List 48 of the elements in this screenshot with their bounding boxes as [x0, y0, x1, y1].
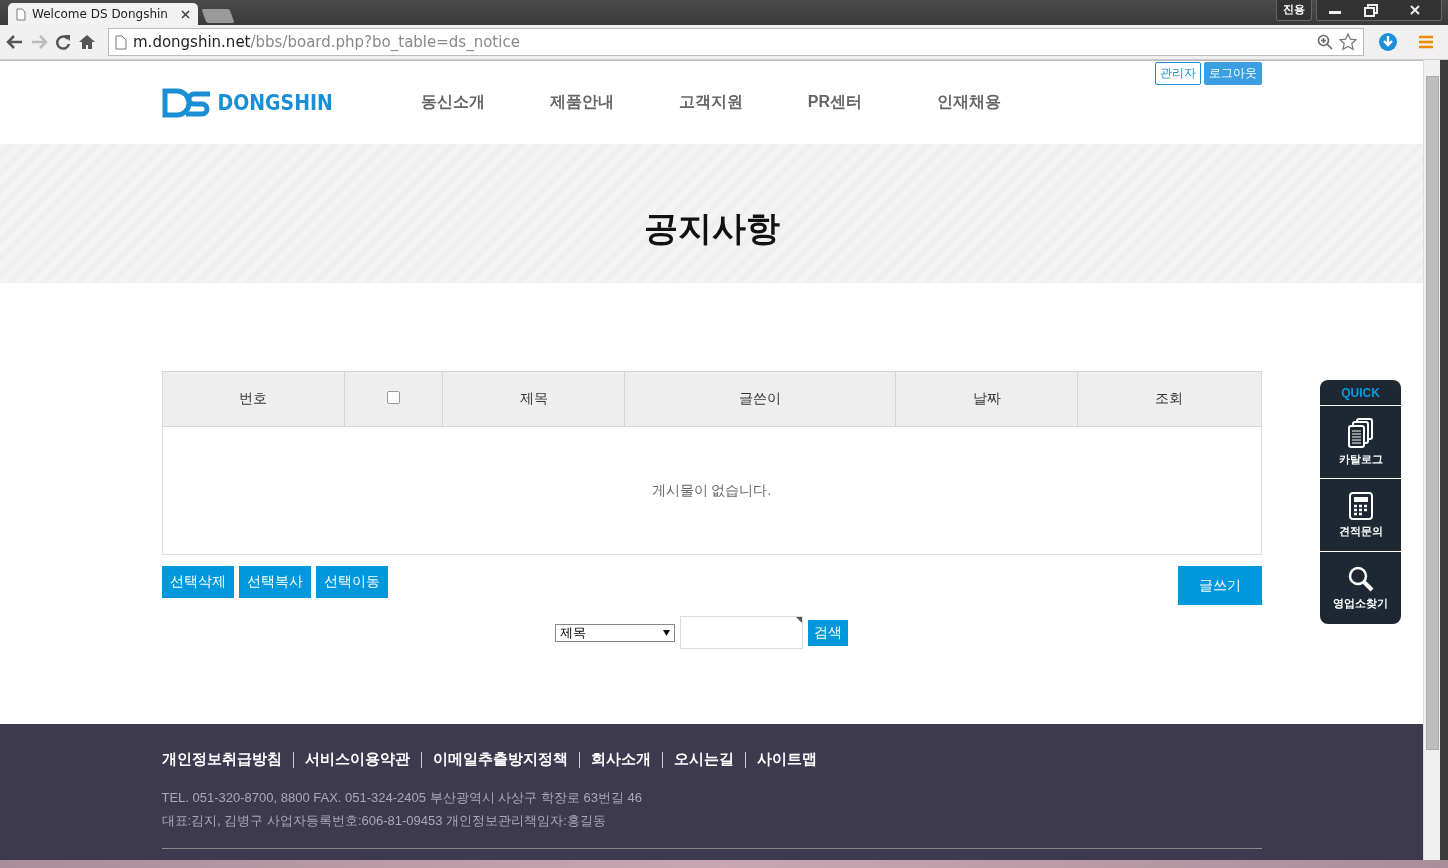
- dropdown-arrow-icon: [663, 629, 670, 636]
- admin-link[interactable]: 관리자: [1154, 62, 1201, 85]
- page-icon: [115, 34, 127, 50]
- column-header: 제목: [442, 371, 625, 427]
- footer-link[interactable]: 오시는길: [673, 750, 734, 769]
- page-title: 공지사항: [643, 208, 780, 249]
- quick-link[interactable]: 견적문의: [1320, 478, 1401, 551]
- select-all-checkbox[interactable]: [386, 390, 400, 404]
- documents-icon: [1347, 417, 1374, 448]
- ime-indicator[interactable]: 진용: [1276, 0, 1312, 21]
- star-icon[interactable]: [1339, 33, 1357, 51]
- column-header: 번호: [162, 371, 344, 427]
- reload-icon[interactable]: [54, 33, 72, 51]
- nav-link[interactable]: PR센터: [807, 92, 937, 113]
- page-icon: [16, 7, 26, 21]
- footer-link[interactable]: 서비스이용약관: [304, 750, 410, 769]
- download-icon[interactable]: [1378, 32, 1398, 52]
- company-info: TEL. 051-320-8700, 8800 FAX. 051-324-2405 부산광역시 사상구 학장로 63번길 46: [161, 789, 643, 807]
- nav-link[interactable]: 고객지원: [678, 92, 808, 113]
- scrollbar-thumb[interactable]: [1426, 76, 1439, 750]
- address-bar[interactable]: m.dongshin.net/bbs/board.php?bo_table=ds_notice: [108, 28, 1364, 56]
- search-field-select[interactable]: 제목: [555, 623, 675, 642]
- back-icon[interactable]: [6, 34, 24, 50]
- footer-link[interactable]: 개인정보취급방침: [161, 750, 282, 769]
- calculator-icon: [1348, 491, 1373, 520]
- footer-link[interactable]: 회사소개: [590, 750, 651, 769]
- logo-text: DONGSHIN: [217, 90, 333, 115]
- nav-link[interactable]: 제품안내: [549, 92, 679, 113]
- browser-tab[interactable]: Welcome DS Dongshin: [8, 3, 198, 25]
- quick-link[interactable]: 카탈로그: [1320, 405, 1401, 478]
- zoom-icon[interactable]: [1317, 34, 1333, 50]
- quick-title: QUICK: [1320, 380, 1401, 405]
- close-icon[interactable]: [181, 9, 190, 19]
- footer-link[interactable]: 사이트맵: [756, 750, 817, 769]
- nav-link[interactable]: 동신소개: [420, 92, 550, 113]
- new-tab-button[interactable]: [201, 9, 235, 23]
- home-icon[interactable]: [78, 33, 96, 51]
- column-header: 글쓴이: [624, 371, 896, 427]
- column-header: 조회: [1077, 371, 1261, 427]
- column-header: 날짜: [895, 371, 1078, 427]
- quick-link[interactable]: 영업소찾기: [1320, 551, 1401, 624]
- footer-link[interactable]: 이메일추출방지정책: [432, 750, 568, 769]
- search-icon: [1347, 565, 1374, 592]
- nav-link[interactable]: 인재채용: [936, 92, 1066, 113]
- company-info: 대표:김지, 김병구 사업자등록번호:606-81-09453 개인정보관리책임자:홍길동: [161, 812, 607, 830]
- empty-message: 게시물이 없습니다.: [162, 426, 1261, 555]
- search-input[interactable]: [680, 616, 803, 649]
- corner-icon: [796, 617, 802, 623]
